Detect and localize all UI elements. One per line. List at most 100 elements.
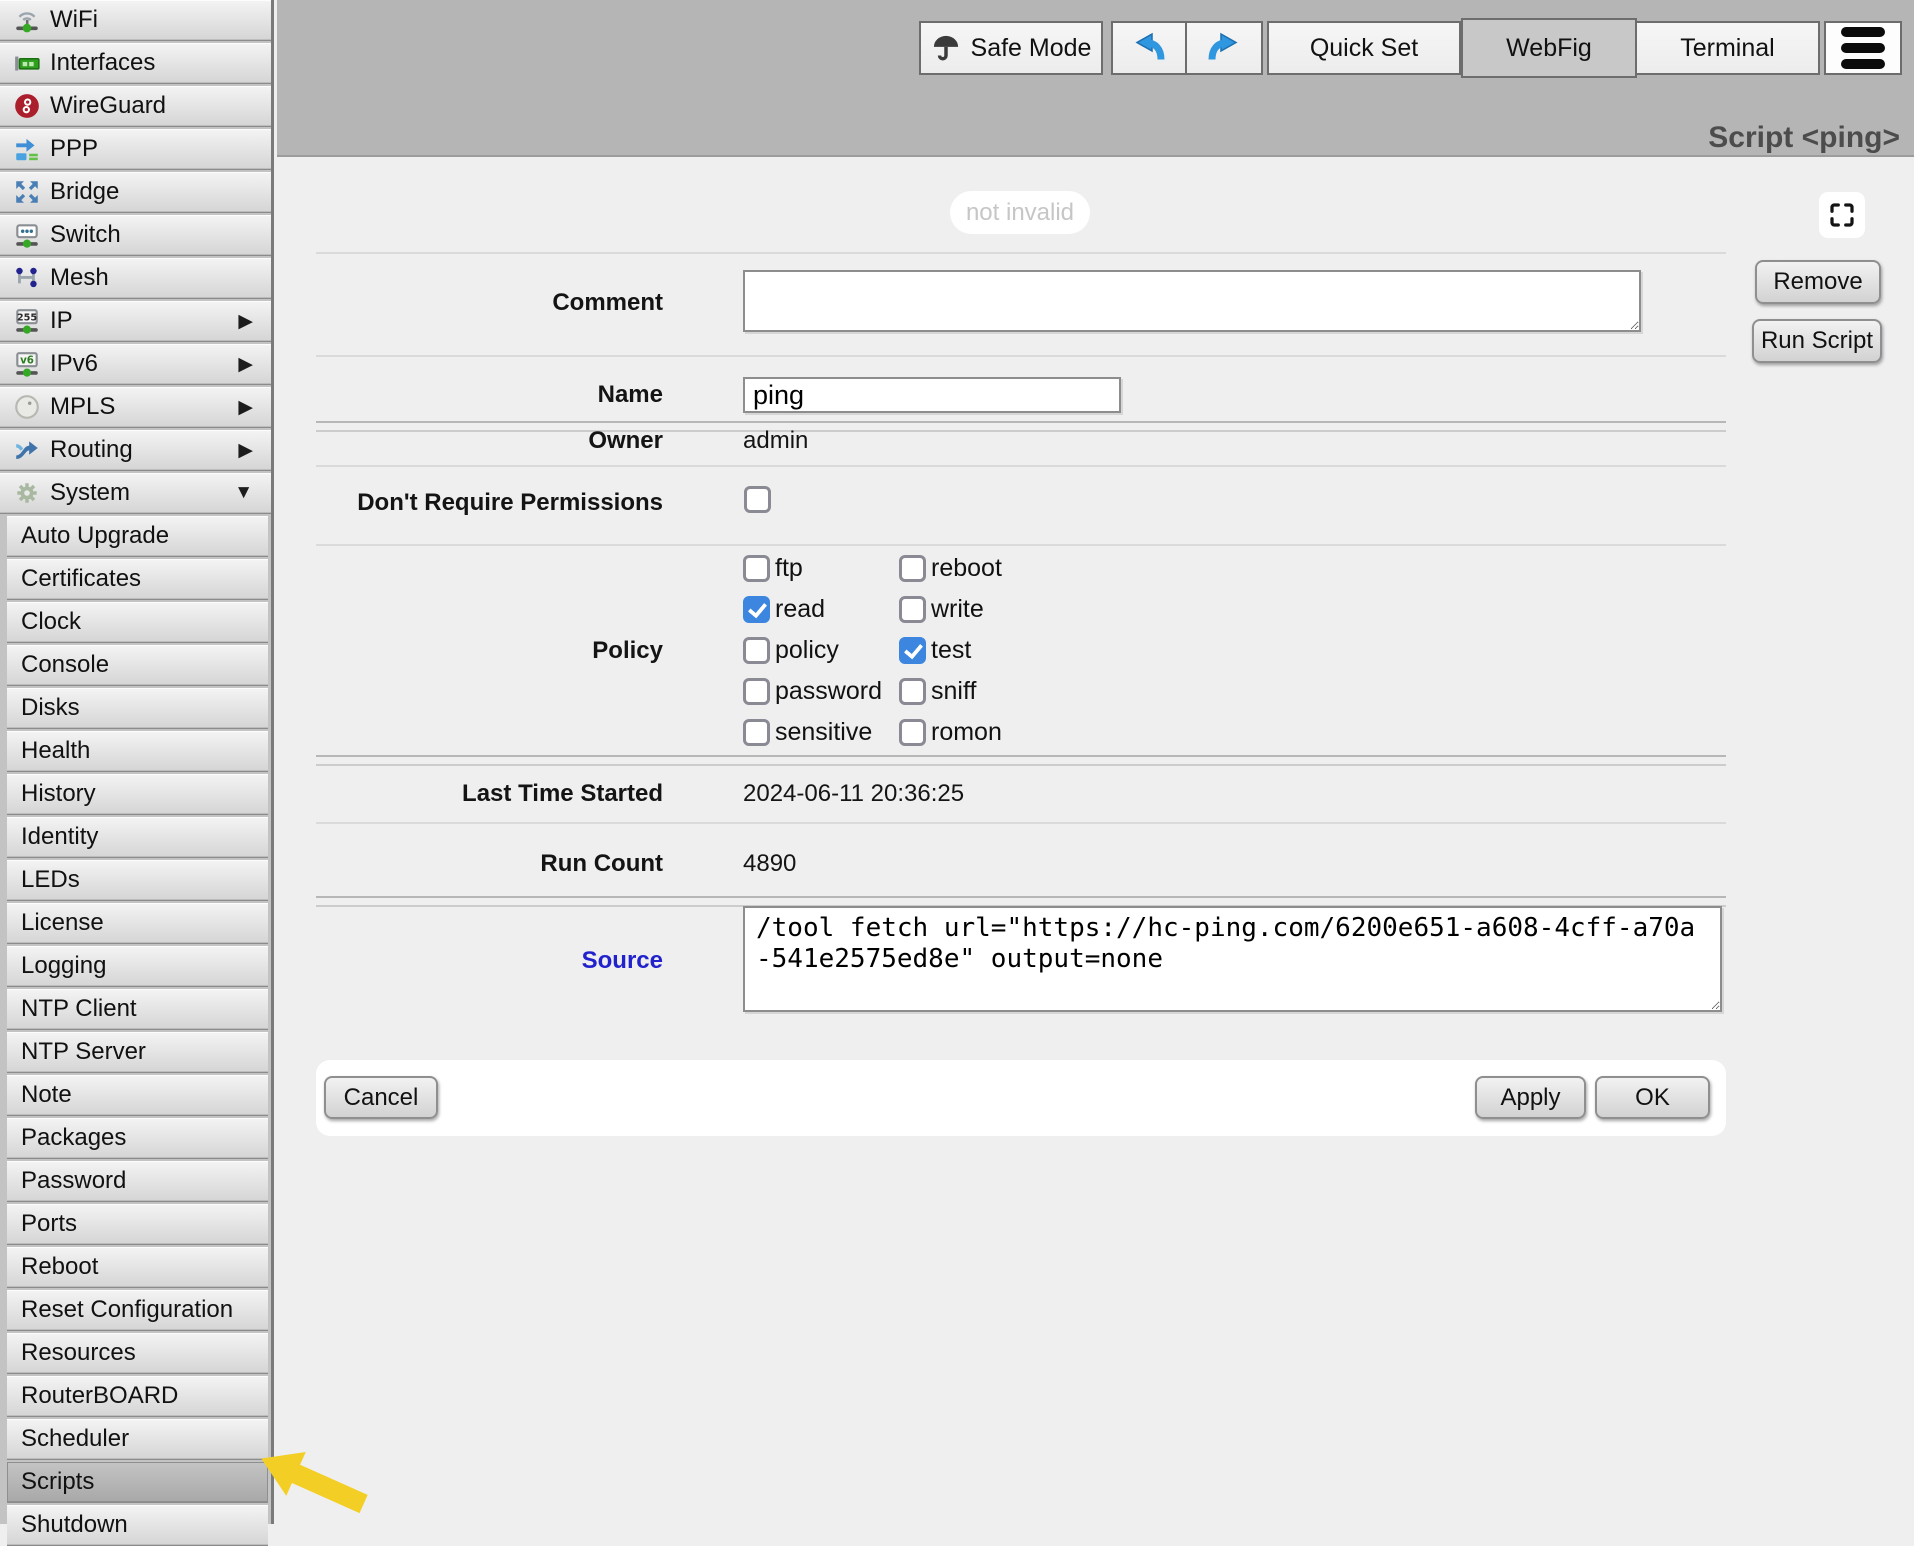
tab-terminal[interactable]: Terminal: [1637, 21, 1820, 75]
sidebar-item-system[interactable]: System▼: [0, 473, 271, 514]
name-input[interactable]: [743, 377, 1121, 413]
sidebar-item-reset-configuration[interactable]: Reset Configuration: [7, 1290, 268, 1331]
policy-checkbox-policy[interactable]: [743, 637, 770, 664]
policy-checkbox-grid: ftprebootreadwritepolicytestpasswordsnif…: [743, 548, 1002, 753]
fullscreen-icon[interactable]: [1819, 192, 1865, 238]
sidebar-item-label: Interfaces: [50, 49, 271, 77]
cancel-button[interactable]: Cancel: [324, 1076, 438, 1119]
sidebar-item-shutdown[interactable]: Shutdown: [7, 1505, 268, 1546]
sidebar-item-label: Certificates: [21, 565, 268, 593]
sidebar-item-label: License: [21, 909, 268, 937]
remove-button[interactable]: Remove: [1755, 260, 1881, 304]
policy-checkbox-romon[interactable]: [899, 719, 926, 746]
sidebar-item-label: Auto Upgrade: [21, 522, 268, 550]
tab-webfig[interactable]: WebFig: [1461, 18, 1637, 78]
switch-icon: [12, 221, 42, 249]
sidebar-item-auto-upgrade[interactable]: Auto Upgrade: [7, 516, 268, 557]
sidebar-item-interfaces[interactable]: Interfaces: [0, 43, 271, 84]
policy-checkbox-sniff[interactable]: [899, 678, 926, 705]
sidebar-item-ntp-server[interactable]: NTP Server: [7, 1032, 268, 1073]
sidebar-item-clock[interactable]: Clock: [7, 602, 268, 643]
sidebar-item-mpls[interactable]: MPLS▶: [0, 387, 271, 428]
comment-label: Comment: [313, 289, 663, 317]
sidebar-item-bridge[interactable]: Bridge: [0, 172, 271, 213]
sidebar-item-certificates[interactable]: Certificates: [7, 559, 268, 600]
sidebar-item-wifi[interactable]: WiFi: [0, 0, 271, 41]
policy-option-sensitive: sensitive: [743, 712, 899, 753]
ppp-icon: [12, 135, 42, 163]
sidebar-item-leds[interactable]: LEDs: [7, 860, 268, 901]
sidebar-item-ipv6[interactable]: v6IPv6▶: [0, 344, 271, 385]
routing-icon: [12, 436, 42, 464]
source-input[interactable]: /tool fetch url="https://hc-ping.com/620…: [743, 906, 1722, 1012]
sidebar-item-mesh[interactable]: Mesh: [0, 258, 271, 299]
sidebar: WiFi Interfaces WireGuard PPP BridgeSwitch Me…: [0, 0, 274, 1524]
interfaces-icon: [12, 49, 42, 77]
sidebar-item-label: Password: [21, 1167, 268, 1195]
chevron-right-icon: ▶: [238, 439, 253, 462]
wifi-icon: [12, 6, 42, 34]
sidebar-item-identity[interactable]: Identity: [7, 817, 268, 858]
dont-require-permissions-checkbox[interactable]: [744, 486, 771, 513]
policy-checkbox-write[interactable]: [899, 596, 926, 623]
sidebar-item-wireguard[interactable]: WireGuard: [0, 86, 271, 127]
policy-checkbox-read[interactable]: [743, 596, 770, 623]
redo-button[interactable]: [1187, 21, 1263, 75]
policy-checkbox-password[interactable]: [743, 678, 770, 705]
run-count-label: Run Count: [313, 850, 663, 878]
comment-input[interactable]: [743, 270, 1641, 332]
sidebar-item-label: Logging: [21, 952, 268, 980]
policy-checkbox-label: test: [931, 636, 971, 665]
sidebar-item-packages[interactable]: Packages: [7, 1118, 268, 1159]
policy-checkbox-label: sniff: [931, 677, 976, 706]
sidebar-item-ppp[interactable]: PPP: [0, 129, 271, 170]
sidebar-item-routing[interactable]: Routing▶: [0, 430, 271, 471]
chevron-down-icon: ▼: [234, 482, 253, 504]
sidebar-item-license[interactable]: License: [7, 903, 268, 944]
policy-checkbox-label: write: [931, 595, 984, 624]
sidebar-item-label: Mesh: [50, 264, 271, 292]
mesh-icon: [12, 264, 42, 292]
sidebar-item-resources[interactable]: Resources: [7, 1333, 268, 1374]
sidebar-item-routerboard[interactable]: RouterBOARD: [7, 1376, 268, 1417]
sidebar-item-label: Shutdown: [21, 1511, 268, 1539]
sidebar-item-note[interactable]: Note: [7, 1075, 268, 1116]
policy-checkbox-sensitive[interactable]: [743, 719, 770, 746]
policy-option-ftp: ftp: [743, 548, 899, 589]
sidebar-item-label: PPP: [50, 135, 271, 163]
sidebar-item-health[interactable]: Health: [7, 731, 268, 772]
redo-icon: [1204, 28, 1244, 68]
run-script-button[interactable]: Run Script: [1752, 319, 1882, 363]
sidebar-item-password[interactable]: Password: [7, 1161, 268, 1202]
safe-mode-button[interactable]: Safe Mode: [919, 21, 1103, 75]
safe-mode-label: Safe Mode: [971, 34, 1092, 63]
sidebar-item-scripts[interactable]: Scripts: [7, 1462, 268, 1503]
apply-button[interactable]: Apply: [1475, 1076, 1586, 1119]
undo-button[interactable]: [1111, 21, 1187, 75]
sidebar-item-console[interactable]: Console: [7, 645, 268, 686]
ok-button[interactable]: OK: [1595, 1076, 1710, 1119]
policy-option-sniff: sniff: [899, 671, 1002, 712]
tab-quick-set[interactable]: Quick Set: [1267, 21, 1461, 75]
policy-checkbox-test[interactable]: [899, 637, 926, 664]
mpls-icon: [12, 393, 42, 421]
ip-icon: 255: [12, 307, 42, 335]
chevron-right-icon: ▶: [238, 353, 253, 376]
policy-checkbox-ftp[interactable]: [743, 555, 770, 582]
sidebar-item-label: IP: [50, 307, 238, 335]
sidebar-item-disks[interactable]: Disks: [7, 688, 268, 729]
sidebar-system-submenu: Auto Upgrade Certificates ClockConsoleDisk…: [0, 516, 271, 1546]
policy-checkbox-label: reboot: [931, 554, 1002, 583]
sidebar-item-logging[interactable]: Logging: [7, 946, 268, 987]
sidebar-item-reboot[interactable]: Reboot: [7, 1247, 268, 1288]
source-label: Source: [313, 947, 663, 975]
menu-button[interactable]: [1824, 21, 1902, 75]
sidebar-item-ip[interactable]: 255IP▶: [0, 301, 271, 342]
sidebar-item-ports[interactable]: Ports: [7, 1204, 268, 1245]
sidebar-item-ntp-client[interactable]: NTP Client: [7, 989, 268, 1030]
policy-checkbox-reboot[interactable]: [899, 555, 926, 582]
sidebar-item-switch[interactable]: Switch: [0, 215, 271, 256]
sidebar-item-label: Ports: [21, 1210, 268, 1238]
sidebar-item-scheduler[interactable]: Scheduler: [7, 1419, 268, 1460]
sidebar-item-history[interactable]: History: [7, 774, 268, 815]
